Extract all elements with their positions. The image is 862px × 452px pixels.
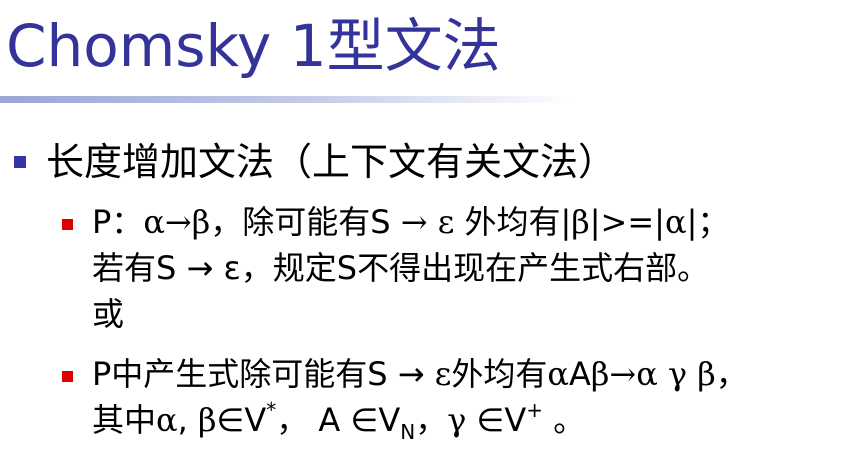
sub-bullet-line: P中产生式除可能有S → ε外均有αAβ→α γ β， — [92, 352, 748, 396]
sub-bullet-marker — [62, 371, 73, 382]
alpha-symbol: α — [143, 203, 165, 241]
text: |>=| — [589, 203, 665, 241]
sub-bullet-line: 其中α, β∈V*， A ∈VN，γ ∈V+ 。 — [92, 398, 585, 442]
text: ∈V — [350, 401, 401, 439]
text: ，除可能有 — [210, 203, 371, 241]
beta-symbol: β — [191, 203, 211, 241]
title-underline — [0, 96, 575, 103]
alpha-symbol: α — [636, 355, 658, 393]
text: 其中 — [92, 401, 157, 439]
epsilon-symbol: ε — [437, 203, 455, 241]
beta-symbol: β — [571, 203, 590, 241]
sub-bullet-marker — [62, 219, 73, 230]
superscript: + — [526, 398, 544, 422]
beta-symbol: β — [697, 355, 716, 393]
arrow-symbol: → — [390, 203, 438, 241]
epsilon-symbol: ε — [434, 355, 452, 393]
text: 外均有| — [454, 203, 572, 241]
text: 。 — [543, 401, 586, 439]
alpha-symbol: α — [547, 355, 569, 393]
text: , — [177, 401, 198, 439]
text: ， — [415, 401, 448, 439]
text: ∈V — [466, 401, 527, 439]
alpha-symbol: α — [156, 401, 178, 439]
text: ， A — [276, 401, 351, 439]
text: |； — [686, 203, 730, 241]
gamma-symbol: γ — [447, 401, 467, 439]
alpha-symbol: α — [664, 203, 687, 241]
beta-symbol: β — [197, 401, 217, 439]
text: 外均有 — [451, 355, 548, 393]
sub-bullet-line: P：α→β，除可能有S → ε 外均有|β|>=|α|； — [92, 200, 729, 244]
text: ， — [715, 355, 748, 393]
subscript: N — [400, 420, 416, 444]
gamma-symbol: γ — [667, 355, 688, 393]
sub-bullet-line: 若有S → ε，规定S不得出现在产生式右部。 — [92, 249, 710, 287]
sub-bullet-line: 或 — [92, 295, 125, 333]
text: P中产生式除可能有S → — [92, 355, 435, 393]
text: S — [370, 203, 391, 241]
arrow-symbol: → — [164, 203, 192, 241]
arrow-symbol: → — [609, 355, 637, 393]
bullet-marker — [14, 156, 26, 168]
beta-symbol: β — [590, 355, 610, 393]
text: P： — [92, 203, 144, 241]
superscript: * — [266, 398, 277, 422]
text: A — [568, 355, 591, 393]
text: ∈V — [216, 401, 267, 439]
bullet-text: 长度增加文法（上下文有关文法） — [46, 140, 617, 184]
slide-title: Chomsky 1型文法 — [6, 12, 501, 80]
